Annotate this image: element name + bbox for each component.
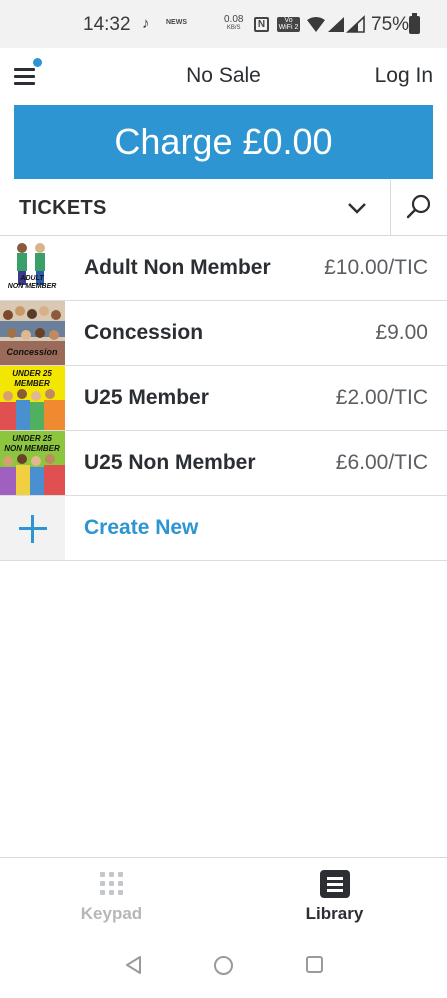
svg-text:UNDER 25: UNDER 25 bbox=[12, 369, 52, 378]
status-bar: 14:32 ♪ NEWS 0.08 KB/S N Vo WiFi 2 75% bbox=[0, 0, 447, 48]
charge-button[interactable]: Charge £0.00 bbox=[14, 105, 433, 179]
login-button[interactable]: Log In bbox=[375, 64, 433, 88]
back-icon[interactable] bbox=[124, 955, 144, 975]
list-item[interactable]: Concession Concession £9.00 bbox=[0, 301, 447, 366]
list-item[interactable]: UNDER 25 NON MEMBER U25 Non Member £6.00… bbox=[0, 431, 447, 496]
item-name: Adult Non Member bbox=[84, 256, 271, 279]
home-icon[interactable] bbox=[214, 956, 233, 975]
network-speed-value: 0.08 bbox=[224, 14, 244, 25]
network-speed: 0.08 KB/S bbox=[224, 15, 243, 33]
tiktok-icon: ♪ bbox=[142, 15, 150, 32]
svg-text:Concession: Concession bbox=[6, 347, 58, 357]
tab-keypad[interactable]: Keypad bbox=[0, 858, 223, 938]
vowifi-icon: Vo WiFi 2 bbox=[277, 17, 300, 32]
item-name: U25 Member bbox=[84, 386, 209, 409]
item-name: U25 Non Member bbox=[84, 451, 256, 474]
tab-library-label: Library bbox=[305, 904, 364, 923]
list-item[interactable]: ADULT NON MEMBER Adult Non Member £10.00… bbox=[0, 236, 447, 301]
svg-text:MEMBER: MEMBER bbox=[14, 379, 50, 388]
bottom-tab-bar: Keypad Library bbox=[0, 857, 447, 937]
nfc-icon: N bbox=[254, 17, 269, 32]
search-icon bbox=[406, 194, 431, 219]
library-icon bbox=[320, 870, 350, 898]
item-price: £6.00/TIC bbox=[335, 451, 428, 474]
keypad-icon bbox=[100, 872, 124, 896]
recent-apps-icon[interactable] bbox=[306, 956, 323, 973]
search-button[interactable] bbox=[390, 180, 447, 235]
item-thumbnail: UNDER 25 NON MEMBER bbox=[0, 431, 65, 495]
svg-text:NON MEMBER: NON MEMBER bbox=[4, 444, 60, 453]
battery-percent: 75% bbox=[371, 14, 410, 35]
chevron-down-icon[interactable] bbox=[345, 196, 369, 220]
category-row: TICKETS bbox=[0, 180, 447, 236]
create-new-label: Create New bbox=[84, 516, 199, 539]
item-price: £10.00/TIC bbox=[324, 256, 428, 279]
svg-text:NON MEMBER: NON MEMBER bbox=[8, 283, 57, 290]
tab-keypad-label: Keypad bbox=[80, 904, 143, 923]
network-speed-unit: KB/S bbox=[226, 25, 241, 31]
svg-text:UNDER 25: UNDER 25 bbox=[12, 434, 52, 443]
tab-library[interactable]: Library bbox=[223, 858, 446, 938]
item-thumbnail: ADULT NON MEMBER bbox=[0, 236, 65, 300]
wifi-icon bbox=[307, 17, 325, 32]
item-name: Concession bbox=[84, 321, 204, 344]
plus-icon bbox=[0, 496, 65, 560]
item-thumbnail: Concession bbox=[0, 301, 65, 365]
list-item[interactable]: UNDER 25 MEMBER U25 Member £2.00/TIC bbox=[0, 366, 447, 431]
app-header: No Sale Log In bbox=[0, 48, 447, 104]
svg-text:ADULT: ADULT bbox=[19, 275, 44, 282]
news-icon: NEWS bbox=[166, 19, 187, 26]
category-dropdown[interactable]: TICKETS bbox=[19, 197, 107, 220]
system-nav-bar bbox=[0, 937, 447, 998]
item-list: ADULT NON MEMBER Adult Non Member £10.00… bbox=[0, 236, 447, 561]
signal-strength-icon-1 bbox=[328, 17, 344, 32]
create-new-row[interactable]: Create New bbox=[0, 496, 447, 561]
item-price: £2.00/TIC bbox=[335, 386, 428, 409]
item-price: £9.00 bbox=[375, 321, 428, 344]
item-thumbnail: UNDER 25 MEMBER bbox=[0, 366, 65, 430]
signal-icons bbox=[307, 15, 365, 33]
battery-icon bbox=[409, 13, 420, 34]
status-time: 14:32 bbox=[83, 14, 131, 35]
